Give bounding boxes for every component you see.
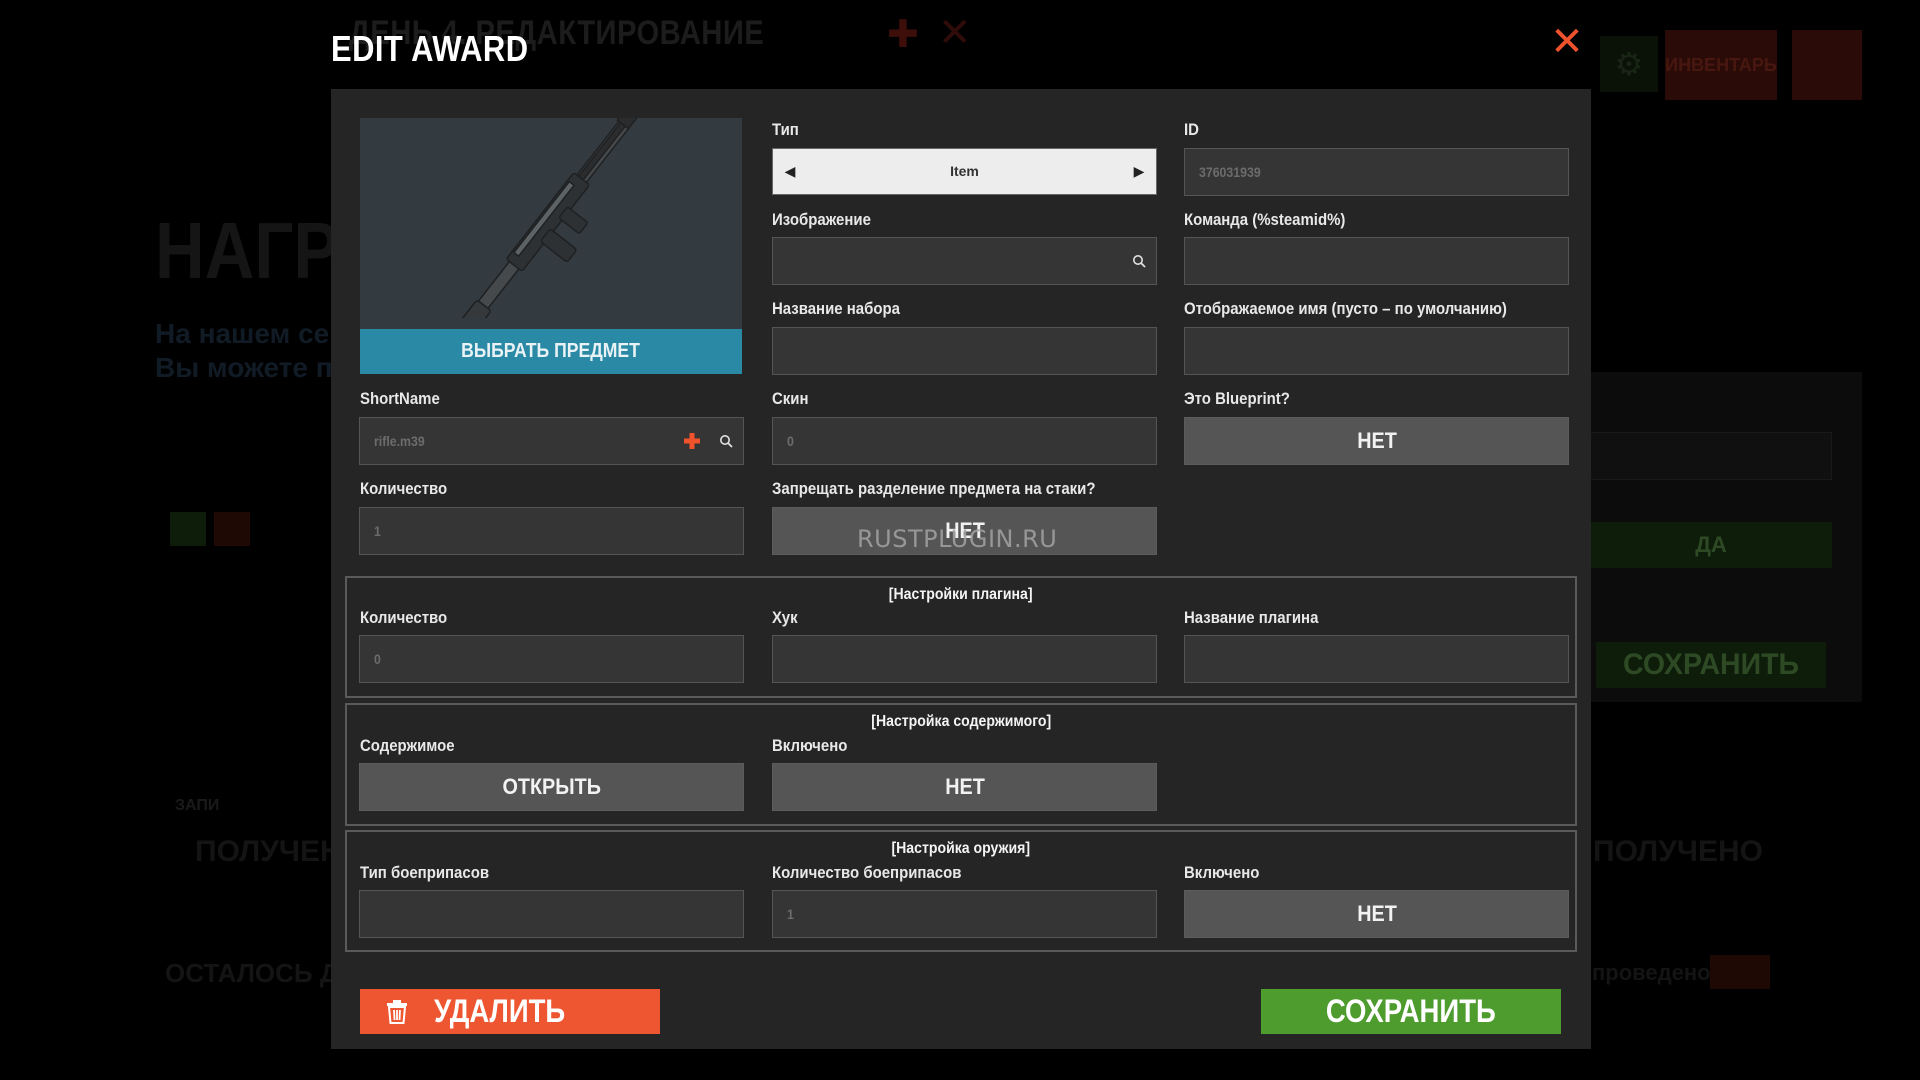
shortname-field[interactable]: rifle.m39 (359, 417, 744, 465)
type-label: Тип (772, 120, 799, 139)
save-button[interactable]: СОХРАНИТЬ (1261, 989, 1561, 1034)
ammo-amount-value: 1 (787, 906, 794, 922)
contents-enabled-value: НЕТ (944, 774, 985, 799)
open-contents-button[interactable]: ОТКРЫТЬ (359, 763, 744, 811)
blueprint-value: НЕТ (1356, 428, 1397, 453)
amount-label: Количество (360, 479, 448, 498)
hook-field[interactable] (772, 635, 1157, 683)
choose-item-button[interactable]: ВЫБРАТЬ ПРЕДМЕТ (360, 329, 742, 374)
command-field[interactable] (1184, 237, 1569, 285)
display-name-field[interactable] (1184, 327, 1569, 375)
modal-title: EDIT AWARD (331, 28, 529, 69)
weapon-enabled-label: Включено (1184, 863, 1260, 882)
bg-green-square (170, 512, 206, 546)
save-label: СОХРАНИТЬ (1326, 993, 1496, 1029)
weapon-enabled-toggle[interactable]: НЕТ (1184, 890, 1569, 938)
id-field[interactable]: 376031939 (1184, 148, 1569, 196)
type-value: Item (950, 163, 979, 179)
image-field[interactable] (772, 237, 1157, 285)
id-value: 376031939 (1199, 164, 1261, 180)
ammo-amount-field[interactable]: 1 (772, 890, 1157, 938)
close-icon[interactable]: ✕ (1550, 22, 1584, 62)
prevent-split-value: НЕТ (944, 518, 985, 543)
skin-field[interactable]: 0 (772, 417, 1157, 465)
contents-section-title: [Настройка содержимого] (871, 713, 1051, 730)
weapon-section-title: [Настройка оружия] (891, 840, 1031, 857)
bg-red-button (1710, 955, 1770, 989)
blueprint-label: Это Blueprint? (1184, 389, 1290, 408)
bg-yes-button: ДА (1590, 522, 1832, 568)
delete-button[interactable]: УДАЛИТЬ (360, 989, 660, 1034)
shortname-label: ShortName (360, 389, 440, 408)
plugin-amount-field[interactable]: 0 (359, 635, 744, 683)
contents-enabled-label: Включено (772, 736, 848, 755)
skin-label: Скин (772, 389, 809, 408)
amount-value: 1 (374, 523, 381, 539)
rifle-icon (446, 118, 639, 318)
type-selector: ◀ Item ▶ (772, 148, 1157, 195)
edit-award-modal: ВЫБРАТЬ ПРЕДМЕТ Тип ◀ Item ▶ ID 37603193… (331, 89, 1591, 1049)
plugin-name-field[interactable] (1184, 635, 1569, 683)
search-icon[interactable] (719, 434, 733, 448)
blueprint-toggle[interactable]: НЕТ (1184, 417, 1569, 465)
bg-received-right: ПОЛУЧЕНО (1593, 835, 1763, 868)
open-contents-label: ОТКРЫТЬ (502, 774, 601, 799)
delete-label: УДАЛИТЬ (434, 993, 566, 1029)
bg-red-square (1792, 30, 1862, 100)
bg-save-button: СОХРАНИТЬ (1596, 642, 1826, 688)
kit-name-label: Название набора (772, 299, 900, 318)
choose-item-label: ВЫБРАТЬ ПРЕДМЕТ (461, 340, 641, 362)
bg-remaining-right: проведено: (1592, 960, 1718, 985)
plugin-settings-section: [Настройки плагина] Количество 0 Хук Наз… (345, 576, 1577, 698)
kit-name-field[interactable] (772, 327, 1157, 375)
prevent-split-toggle[interactable]: НЕТ (772, 507, 1157, 555)
arrow-right-icon[interactable]: ▶ (1122, 149, 1156, 194)
skin-value: 0 (787, 433, 794, 449)
contents-enabled-toggle[interactable]: НЕТ (772, 763, 1157, 811)
image-label: Изображение (772, 210, 871, 229)
search-icon[interactable] (1132, 254, 1146, 268)
bg-heading: НАГР (155, 206, 340, 295)
bg-gear-icon: ⚙ (1600, 36, 1658, 92)
bg-add-icon: ✚ (887, 14, 919, 56)
bg-description-line-2: Вы можете по (155, 352, 350, 383)
display-name-label: Отображаемое имя (пусто – по умолчанию) (1184, 299, 1507, 318)
plugin-section-title: [Настройки плагина] (889, 586, 1033, 603)
shortname-value: rifle.m39 (374, 433, 425, 449)
bg-close-icon: ✕ (938, 11, 972, 55)
amount-field[interactable]: 1 (359, 507, 744, 555)
hook-label: Хук (772, 608, 798, 627)
add-icon[interactable] (683, 432, 701, 450)
ammo-type-field[interactable] (359, 890, 744, 938)
command-label: Команда (%steamid%) (1184, 210, 1346, 229)
weapon-enabled-value: НЕТ (1356, 901, 1397, 926)
bg-description-line-1: На нашем сер (155, 318, 347, 349)
plugin-name-label: Название плагина (1184, 608, 1319, 627)
bg-small-label: ЗАПИ (175, 797, 220, 814)
bg-red-square-small (214, 512, 250, 546)
bg-side-field (1590, 432, 1832, 480)
ammo-type-label: Тип боеприпасов (360, 863, 490, 882)
id-label: ID (1184, 120, 1199, 139)
plugin-amount-value: 0 (374, 651, 381, 667)
weapon-settings-section: [Настройка оружия] Тип боеприпасов Колич… (345, 830, 1577, 952)
trash-icon (387, 1000, 407, 1024)
contents-label: Содержимое (360, 736, 455, 755)
plugin-amount-label: Количество (360, 608, 448, 627)
contents-settings-section: [Настройка содержимого] Содержимое ОТКРЫ… (345, 703, 1577, 826)
prevent-split-label: Запрещать разделение предмета на стаки? (772, 479, 1096, 498)
bg-inventory-button: ИНВЕНТАРЬ (1665, 30, 1777, 100)
bg-remaining-left: ОСТАЛОСЬ Д (165, 958, 339, 988)
ammo-amount-label: Количество боеприпасов (772, 863, 962, 882)
